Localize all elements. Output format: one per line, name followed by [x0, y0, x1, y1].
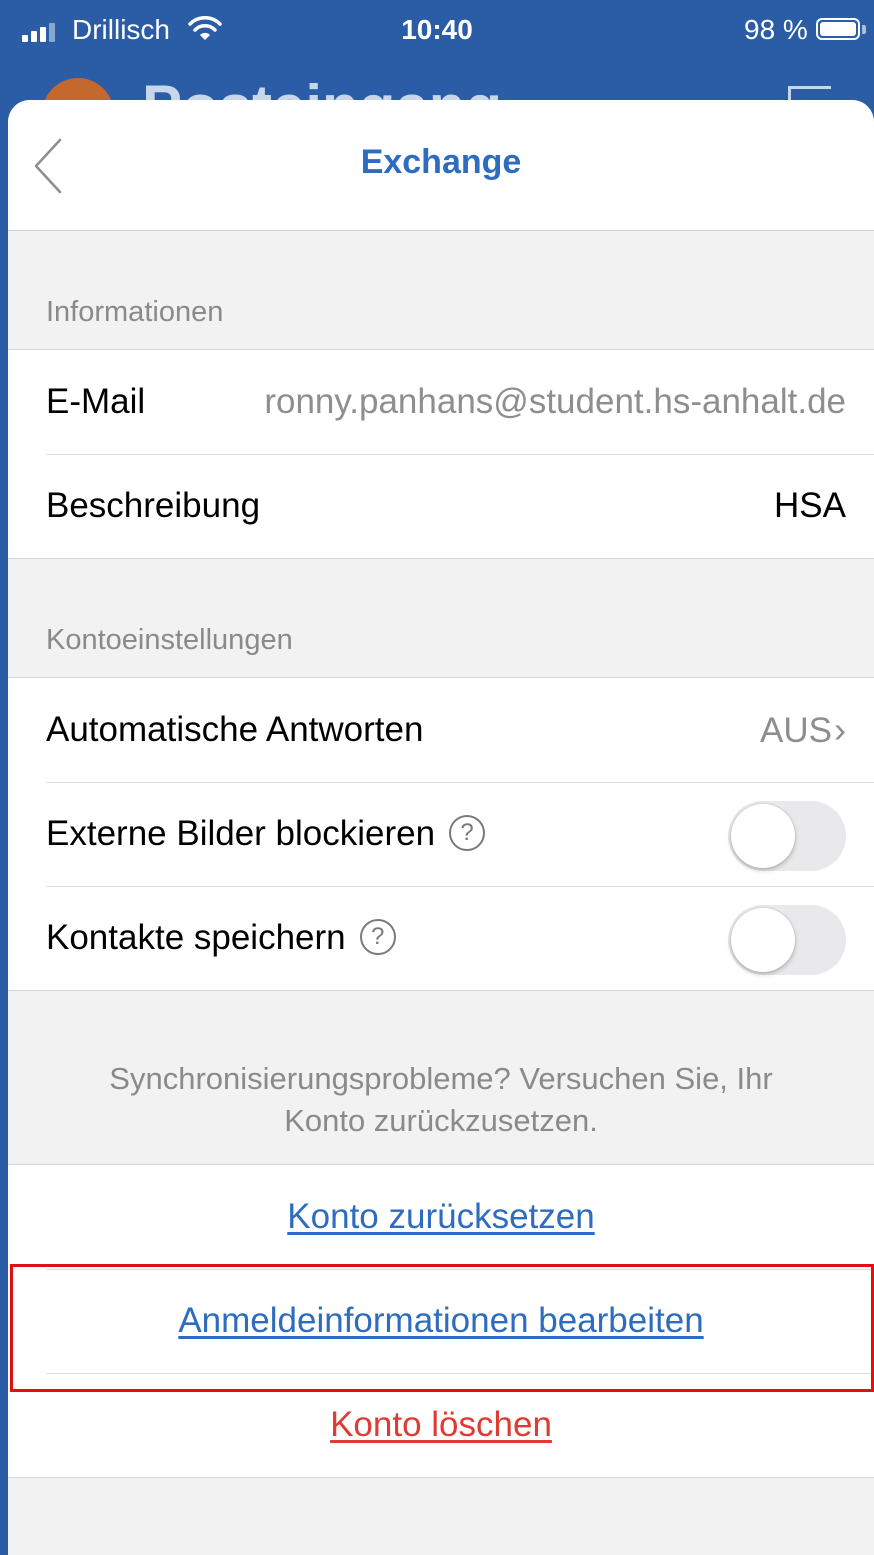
- toggle-knob: [731, 908, 795, 972]
- highlight-box: [10, 1264, 874, 1392]
- sync-hint: Synchronisierungsprobleme? Versuchen Sie…: [8, 1058, 874, 1142]
- block-external-images-toggle[interactable]: [728, 801, 846, 871]
- nav-bar: Exchange: [8, 100, 874, 231]
- clock: 10:40: [401, 14, 473, 45]
- email-label: E-Mail: [46, 382, 146, 421]
- save-contacts-label: Kontakte speichern?: [46, 886, 396, 990]
- block-external-images-text: Externe Bilder blockieren: [46, 814, 436, 853]
- auto-reply-label: Automatische Antworten: [46, 710, 424, 749]
- battery-percentage: 98 %: [744, 14, 808, 45]
- email-value: ronny.panhans@student.hs-anhalt.de: [264, 382, 846, 421]
- auto-reply-value: AUS›: [760, 678, 846, 783]
- section-header-kontoeinstellungen: Kontoeinstellungen: [46, 624, 293, 656]
- reset-account-link[interactable]: Konto zurücksetzen: [287, 1165, 594, 1269]
- info-group: E-Mail ronny.panhans@student.hs-anhalt.d…: [8, 349, 874, 559]
- description-row[interactable]: Beschreibung HSA: [8, 454, 874, 558]
- battery-tip: [862, 25, 866, 34]
- save-contacts-toggle[interactable]: [728, 905, 846, 975]
- toggle-knob: [731, 804, 795, 868]
- status-bar: Drillisch 10:40 98 %: [0, 0, 874, 64]
- page-title: Exchange: [360, 143, 522, 181]
- block-external-images-label: Externe Bilder blockieren?: [46, 782, 486, 886]
- help-icon[interactable]: ?: [449, 814, 486, 851]
- auto-reply-row[interactable]: Automatische Antworten AUS›: [8, 678, 874, 782]
- chevron-right-icon: ›: [834, 709, 846, 750]
- description-label: Beschreibung: [46, 486, 261, 525]
- reset-account-row: Konto zurücksetzen: [8, 1165, 874, 1269]
- sync-hint-line-1: Synchronisierungsprobleme? Versuchen Sie…: [109, 1061, 773, 1096]
- auto-reply-status: AUS: [760, 711, 832, 750]
- account-settings-group: Automatische Antworten AUS› Externe Bild…: [8, 677, 874, 991]
- description-value[interactable]: HSA: [774, 454, 846, 558]
- email-row: E-Mail ronny.panhans@student.hs-anhalt.d…: [8, 350, 874, 454]
- save-contacts-row: Kontakte speichern?: [8, 886, 874, 990]
- block-external-images-row: Externe Bilder blockieren?: [8, 782, 874, 886]
- sync-hint-line-2: Konto zurückzusetzen.: [284, 1103, 598, 1138]
- save-contacts-text: Kontakte speichern: [46, 918, 346, 957]
- battery-icon: [816, 18, 860, 40]
- help-icon[interactable]: ?: [359, 918, 396, 955]
- section-header-informationen: Informationen: [46, 296, 224, 328]
